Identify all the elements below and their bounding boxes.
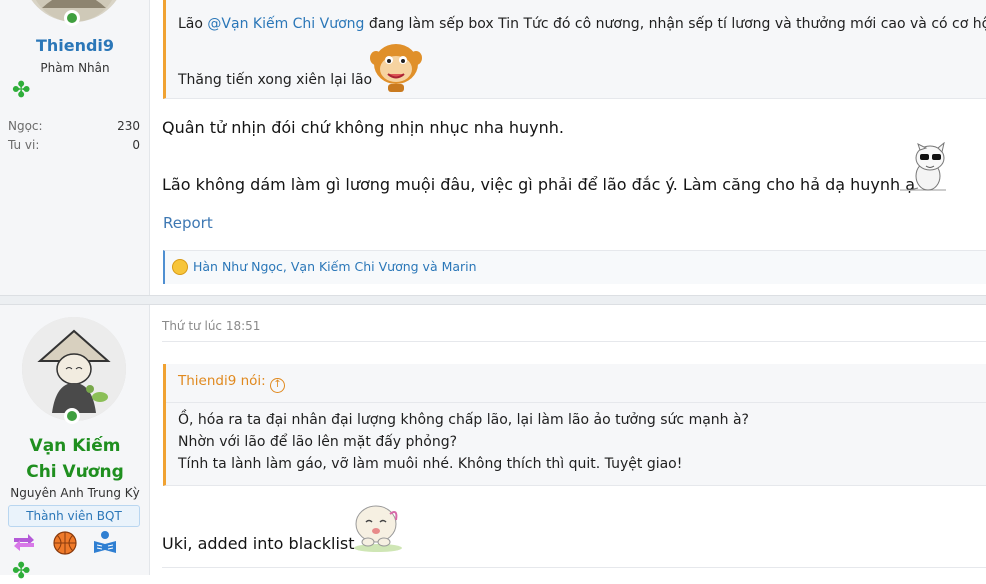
quote-body: Ồ, hóa ra ta đại nhân đại lượng không ch… xyxy=(166,403,986,481)
quote-line-2: Thăng tiến xong xiên lại lão xyxy=(178,72,373,88)
stat-value: 230 xyxy=(117,119,140,133)
report-link[interactable]: Report xyxy=(163,214,213,232)
monkey-emoticon xyxy=(370,44,422,92)
quote-prefix: Lão xyxy=(178,16,208,32)
clover-icon: ✤ xyxy=(12,78,31,103)
username[interactable]: Thiendi9 xyxy=(0,36,150,55)
stat-ngoc: Ngọc: 230 xyxy=(8,119,140,133)
reaction-users[interactable]: Hàn Như Ngọc, Vạn Kiếm Chi Vương và Mari… xyxy=(193,259,477,274)
reactions-bar[interactable]: Hàn Như Ngọc, Vạn Kiếm Chi Vương và Mari… xyxy=(163,250,986,284)
stat-tu-vi: Tu vi: 0 xyxy=(8,138,140,152)
quote-text: đang làm sếp box Tin Tức đó cô nương, nh… xyxy=(364,16,986,32)
user-title: Phàm Nhân xyxy=(40,61,110,75)
username[interactable]: Vạn Kiếm Chi Vương xyxy=(15,433,135,485)
online-status-icon xyxy=(64,408,80,424)
user-title: Nguyên Anh Trung Kỳ xyxy=(10,486,140,500)
stat-value: 0 xyxy=(132,138,140,152)
cute-blob-emoticon xyxy=(354,505,402,552)
cool-cat-emoticon xyxy=(900,142,946,191)
message-line-2: Lão không dám làm gì lương muội đâu, việ… xyxy=(162,175,916,194)
stat-label: Ngọc: xyxy=(8,119,43,133)
laugh-reaction-icon xyxy=(172,259,188,275)
post-van-kiem-chi-vuong: Vạn Kiếm Chi Vương Nguyên Anh Trung Kỳ T… xyxy=(0,305,986,583)
arrow-up-circle-icon[interactable]: ↑ xyxy=(270,378,286,393)
clover-icon: ✤ xyxy=(12,559,31,584)
swap-arrows-icon xyxy=(14,534,34,551)
header-divider xyxy=(162,341,986,342)
quote-line: Ồ, hóa ra ta đại nhân đại lượng không ch… xyxy=(178,412,749,428)
quote-line: Nhờn với lão để lão lên mặt đấy phỏng? xyxy=(178,434,458,450)
user-sidebar: Thiendi9 Phàm Nhân ✤ Ngọc: 230 Tu vi: 0 xyxy=(0,0,150,295)
post-footer-divider xyxy=(162,567,986,568)
user-mention[interactable]: @Vạn Kiếm Chi Vương xyxy=(207,16,364,32)
stat-label: Tu vi: xyxy=(8,138,40,152)
quote-block: Thiendi9 nói: ↑ Ồ, hóa ra ta đại nhân đạ… xyxy=(163,364,986,486)
avatar[interactable] xyxy=(22,317,126,421)
message-line: Uki, added into blacklist xyxy=(162,534,355,553)
quote-header[interactable]: Thiendi9 nói: ↑ xyxy=(166,364,986,403)
post-date[interactable]: Thứ tư lúc 18:51 xyxy=(162,319,260,333)
quote-author[interactable]: Thiendi9 nói: xyxy=(178,373,266,389)
quote-block: Lão @Vạn Kiếm Chi Vương đang làm sếp box… xyxy=(163,0,986,99)
post-thiendi9: Thiendi9 Phàm Nhân ✤ Ngọc: 230 Tu vi: 0 … xyxy=(0,0,986,295)
basketball-icon xyxy=(53,531,77,555)
message-line-1: Quân tử nhịn đói chứ không nhịn nhục nha… xyxy=(162,118,564,137)
quote-line: Tính ta lành làm gáo, vỡ làm muôi nhé. K… xyxy=(178,456,683,472)
staff-badge: Thành viên BQT xyxy=(8,505,140,527)
quote-body: Lão @Vạn Kiếm Chi Vương đang làm sếp box… xyxy=(166,0,986,41)
book-reader-icon xyxy=(94,531,116,553)
user-sidebar: Vạn Kiếm Chi Vương Nguyên Anh Trung Kỳ T… xyxy=(0,305,150,583)
online-status-icon xyxy=(64,10,80,26)
post-separator xyxy=(0,295,986,305)
